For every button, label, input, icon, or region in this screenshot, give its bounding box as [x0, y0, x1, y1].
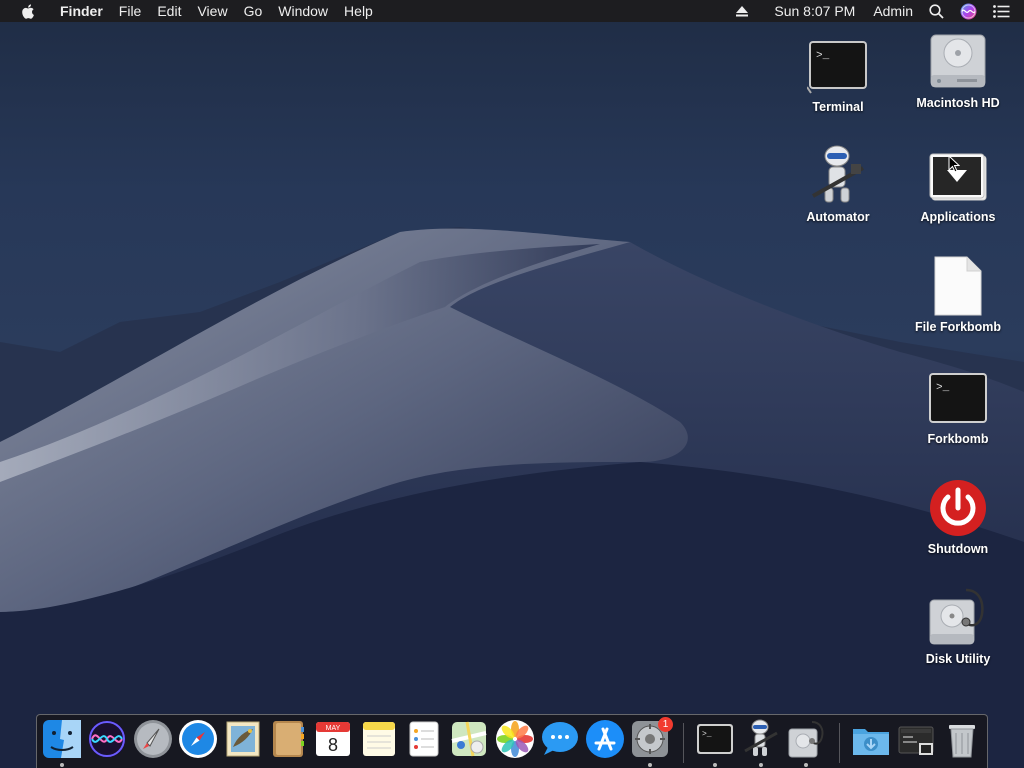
- dock-separator: [839, 723, 840, 763]
- calendar-month: MAY: [326, 725, 341, 732]
- desktop-icon-label: Shutdown: [927, 542, 989, 556]
- menu-extras: Sun 8:07 PM Admin: [728, 0, 1024, 22]
- menu-window[interactable]: Window: [270, 0, 336, 22]
- running-indicator: [648, 763, 652, 767]
- menu-view[interactable]: View: [189, 0, 235, 22]
- dock-terminal-icon[interactable]: >_: [695, 719, 735, 759]
- desktop-icon-label: Disk Utility: [925, 652, 991, 666]
- siri-icon[interactable]: [952, 3, 985, 20]
- hard-drive-icon: [926, 30, 990, 94]
- desktop-icon-macintosh-hd[interactable]: Macintosh HD: [903, 30, 1013, 110]
- dock-safari-icon[interactable]: [178, 719, 218, 759]
- desktop-icon-label: File Forkbomb: [914, 320, 1002, 334]
- dock-siri-icon[interactable]: [87, 719, 127, 759]
- menu-app-name[interactable]: Finder: [52, 0, 111, 22]
- dock-system-preferences-icon[interactable]: 1: [630, 717, 673, 759]
- dock-finder-icon[interactable]: [42, 719, 82, 759]
- svg-text:>_: >_: [816, 50, 830, 62]
- svg-text:>_: >_: [702, 730, 712, 739]
- applications-folder-icon: [926, 144, 990, 208]
- menu-edit[interactable]: Edit: [149, 0, 189, 22]
- terminal-icon: >_: [806, 34, 870, 98]
- notification-center-icon[interactable]: [985, 4, 1024, 18]
- menu-user[interactable]: Admin: [865, 0, 921, 22]
- dock: MAY 8 1 >_: [36, 714, 988, 768]
- dock-calendar-icon[interactable]: MAY 8: [313, 719, 353, 759]
- menu-help[interactable]: Help: [336, 0, 381, 22]
- dock-reminders-icon[interactable]: [404, 719, 444, 759]
- dock-downloads-folder-icon[interactable]: [851, 719, 891, 759]
- dock-notes-icon[interactable]: [359, 719, 399, 759]
- menu-bar: Finder File Edit View Go Window Help Sun…: [0, 0, 1024, 22]
- desktop-icon-file-forkbomb[interactable]: File Forkbomb: [903, 254, 1013, 334]
- dock-automator-icon[interactable]: [741, 719, 781, 759]
- desktop-icon-terminal[interactable]: >_ Terminal: [783, 34, 893, 114]
- search-icon[interactable]: [921, 3, 952, 19]
- desktop-icon-automator[interactable]: Automator: [783, 144, 893, 224]
- dock-maps-icon[interactable]: [449, 719, 489, 759]
- desktop-wallpaper: [0, 22, 1024, 768]
- desktop-icon-label: Automator: [806, 210, 870, 224]
- running-indicator: [60, 763, 64, 767]
- desktop-icon-forkbomb[interactable]: >_ Forkbomb: [903, 366, 1013, 446]
- desktop-icon-shutdown[interactable]: Shutdown: [903, 476, 1013, 556]
- menu-clock[interactable]: Sun 8:07 PM: [766, 0, 865, 22]
- dock-messages-icon[interactable]: [540, 719, 580, 759]
- menu-go[interactable]: Go: [236, 0, 271, 22]
- calendar-day: 8: [328, 735, 338, 755]
- running-indicator: [804, 763, 808, 767]
- svg-text:>_: >_: [936, 382, 950, 394]
- disk-utility-icon: [926, 586, 990, 650]
- running-indicator: [759, 763, 763, 767]
- dock-mail-icon[interactable]: [223, 719, 263, 759]
- terminal-icon: >_: [926, 366, 990, 430]
- automator-icon: [806, 144, 870, 208]
- desktop-icon-label: Terminal: [812, 100, 864, 114]
- dock-launchpad-icon[interactable]: [133, 719, 173, 759]
- desktop-icon-label: Macintosh HD: [916, 96, 1000, 110]
- menu-file[interactable]: File: [111, 0, 150, 22]
- desktop-icon-disk-utility[interactable]: Disk Utility: [903, 586, 1013, 666]
- notification-badge: 1: [658, 717, 673, 732]
- dock-trash-icon[interactable]: [942, 719, 982, 759]
- mouse-cursor-icon: [948, 155, 960, 173]
- dock-recent-stack-icon[interactable]: [897, 719, 937, 759]
- power-icon: [926, 476, 990, 540]
- dock-separator: [683, 723, 684, 763]
- desktop-icon-label: Applications: [920, 210, 996, 224]
- dock-photos-icon[interactable]: [495, 719, 535, 759]
- apple-menu-icon[interactable]: [20, 2, 38, 20]
- document-icon: [926, 254, 990, 318]
- dock-contacts-icon[interactable]: [268, 719, 308, 759]
- desktop-icon-label: Forkbomb: [927, 432, 989, 446]
- dock-app-store-icon[interactable]: [585, 719, 625, 759]
- running-indicator: [713, 763, 717, 767]
- dock-disk-utility-icon[interactable]: [786, 719, 826, 759]
- eject-icon[interactable]: [728, 5, 766, 17]
